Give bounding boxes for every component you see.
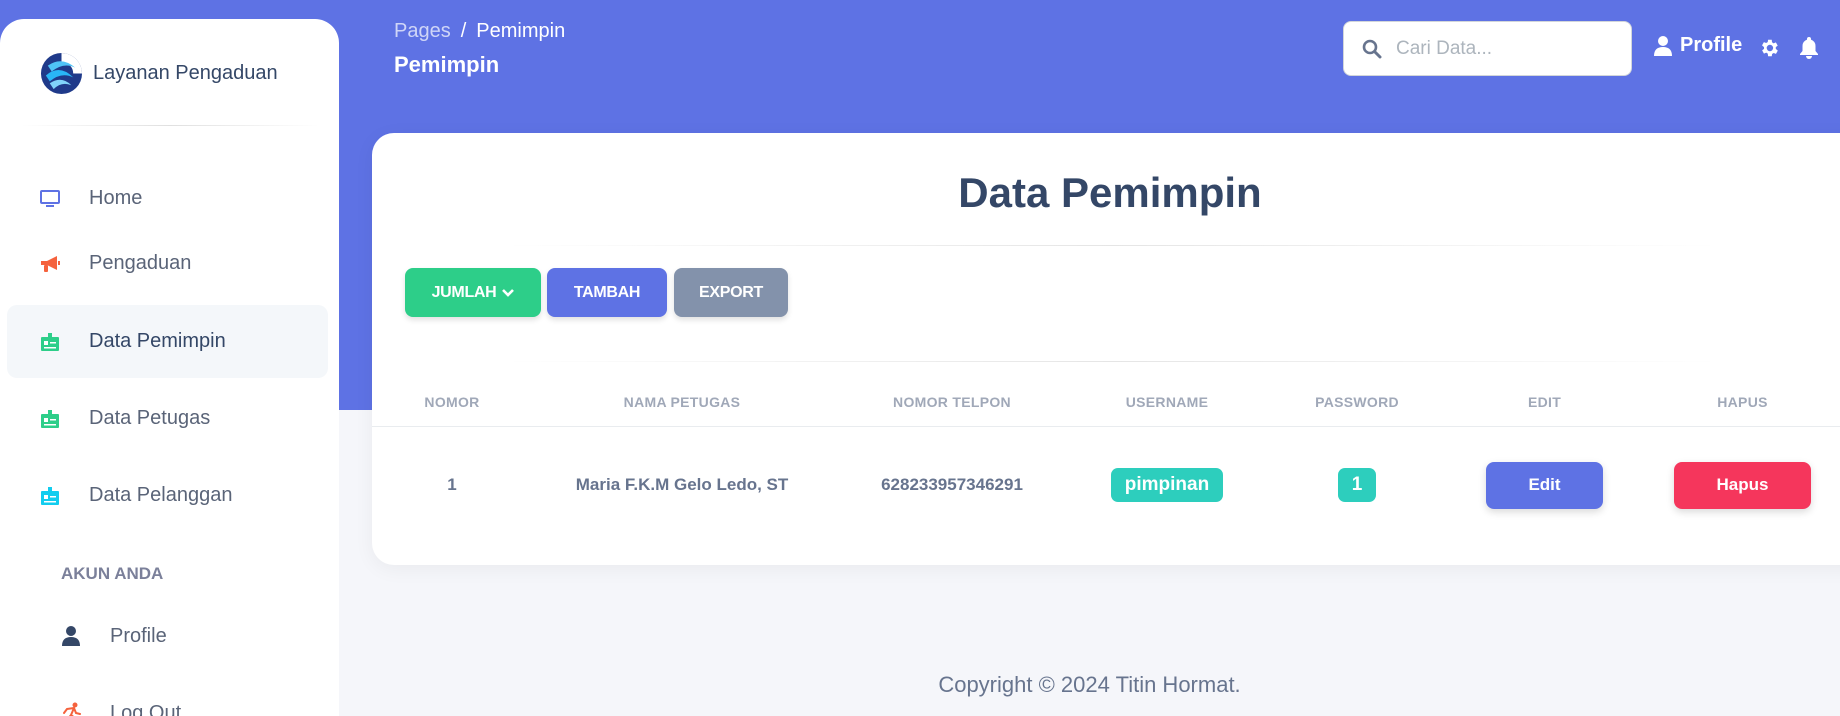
card-title: Data Pemimpin bbox=[958, 169, 1262, 216]
jumlah-dropdown-button[interactable]: JUMLAH bbox=[405, 268, 541, 317]
username-badge: pimpinan bbox=[1110, 468, 1224, 503]
sidebar-item-label: Pengaduan bbox=[89, 252, 192, 274]
breadcrumb: Pages / Pemimpin bbox=[394, 20, 565, 43]
header-profile-link[interactable]: Profile bbox=[1654, 34, 1742, 57]
data-table: NOMOR NAMA PETUGAS NOMOR TELPON USERNAME… bbox=[372, 378, 1840, 544]
id-card-icon bbox=[39, 485, 61, 507]
gear-icon[interactable] bbox=[1758, 37, 1780, 59]
column-header: NOMOR bbox=[372, 378, 532, 427]
password-badge: 1 bbox=[1337, 468, 1377, 503]
running-icon bbox=[60, 702, 82, 716]
user-icon bbox=[1654, 35, 1672, 56]
breadcrumb-root[interactable]: Pages bbox=[394, 20, 451, 43]
monitor-icon bbox=[39, 188, 61, 210]
sidebar-item-data-petugas[interactable]: Data Petugas bbox=[7, 382, 328, 455]
sidebar-item-logout[interactable]: Log Out bbox=[60, 693, 181, 716]
divider bbox=[502, 245, 1722, 246]
id-card-icon bbox=[39, 331, 61, 353]
search-icon bbox=[1362, 39, 1382, 58]
footer-copyright: Copyright © 2024 Titin Hormat. bbox=[938, 672, 1241, 697]
jumlah-label: JUMLAH bbox=[431, 283, 497, 301]
megaphone-icon bbox=[39, 253, 61, 275]
page-title: Pemimpin bbox=[394, 52, 500, 77]
tambah-button[interactable]: TAMBAH bbox=[547, 268, 667, 317]
sidebar-item-label: Data Pemimpin bbox=[89, 330, 226, 352]
sidebar-item-data-pemimpin[interactable]: Data Pemimpin bbox=[7, 305, 328, 378]
export-button[interactable]: EXPORT bbox=[674, 268, 788, 317]
header-profile-label: Profile bbox=[1680, 34, 1743, 56]
column-header: NAMA PETUGAS bbox=[532, 378, 832, 427]
id-card-icon bbox=[39, 408, 61, 430]
cell-username: pimpinan bbox=[1072, 426, 1262, 544]
column-header: EDIT bbox=[1452, 378, 1637, 427]
column-header: HAPUS bbox=[1637, 378, 1840, 427]
divider bbox=[502, 361, 1722, 362]
brand-logo-icon bbox=[40, 52, 83, 94]
cell-nomor: 1 bbox=[447, 475, 457, 495]
sidebar-divider bbox=[20, 125, 320, 126]
search-box[interactable] bbox=[1343, 21, 1632, 76]
cell-nama: Maria F.K.M Gelo Ledo, ST bbox=[575, 475, 789, 495]
table-row: 1 Maria F.K.M Gelo Ledo, ST 628233957346… bbox=[372, 426, 1840, 544]
column-header: USERNAME bbox=[1072, 378, 1262, 427]
sidebar-item-data-pelanggan[interactable]: Data Pelanggan bbox=[7, 459, 328, 532]
column-header: NOMOR TELPON bbox=[832, 378, 1072, 427]
sidebar: Layanan Pengaduan Home Pengaduan Data Pe… bbox=[0, 19, 339, 716]
user-icon bbox=[60, 625, 82, 647]
sidebar-item-label: Profile bbox=[110, 624, 167, 647]
table-header-row: NOMOR NAMA PETUGAS NOMOR TELPON USERNAME… bbox=[372, 378, 1840, 427]
cell-hapus: Hapus bbox=[1637, 426, 1840, 544]
cell-password: 1 bbox=[1262, 426, 1452, 544]
section-title-akun: AKUN ANDA bbox=[61, 564, 164, 583]
sidebar-item-label: Home bbox=[89, 187, 143, 209]
sidebar-item-pengaduan[interactable]: Pengaduan bbox=[7, 227, 328, 300]
brand[interactable]: Layanan Pengaduan bbox=[40, 51, 278, 95]
sidebar-item-label: Data Petugas bbox=[89, 407, 211, 429]
bell-icon[interactable] bbox=[1799, 37, 1819, 59]
cell-telpon: 628233957346291 bbox=[881, 475, 1023, 495]
data-card: Data Pemimpin JUMLAH TAMBAH EXPORT NOMOR… bbox=[372, 133, 1840, 565]
sidebar-item-home[interactable]: Home bbox=[7, 162, 328, 235]
edit-button[interactable]: Edit bbox=[1486, 461, 1603, 509]
cell-edit: Edit bbox=[1452, 426, 1637, 544]
hapus-button[interactable]: Hapus bbox=[1674, 461, 1811, 509]
brand-name: Layanan Pengaduan bbox=[93, 61, 278, 84]
sidebar-item-profile[interactable]: Profile bbox=[60, 616, 167, 656]
chevron-down-icon bbox=[502, 288, 515, 297]
sidebar-item-label: Data Pelanggan bbox=[89, 484, 233, 506]
sidebar-item-label: Log Out bbox=[110, 701, 182, 716]
search-input[interactable] bbox=[1396, 37, 1616, 60]
column-header: PASSWORD bbox=[1262, 378, 1452, 427]
breadcrumb-separator: / bbox=[460, 20, 467, 42]
breadcrumb-current: Pemimpin bbox=[476, 20, 566, 42]
